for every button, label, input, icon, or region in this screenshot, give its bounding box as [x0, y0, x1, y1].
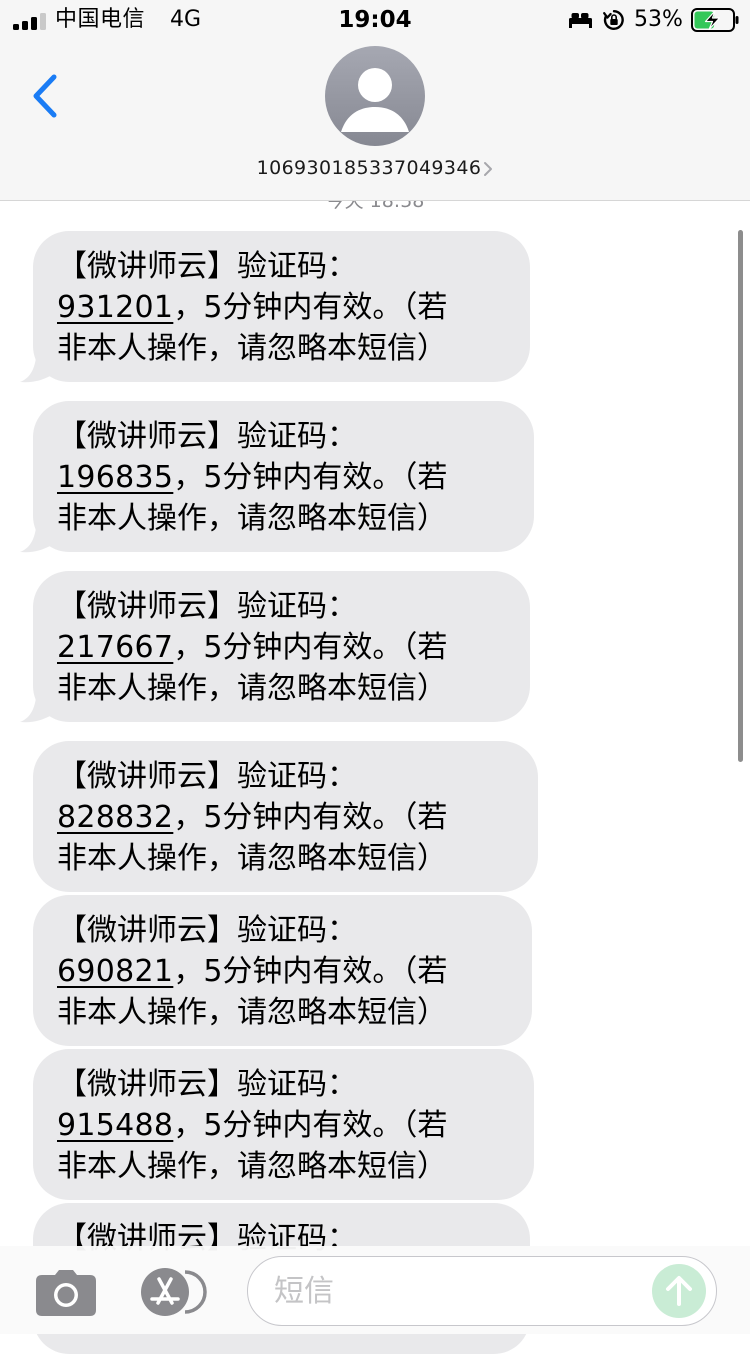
back-button[interactable]	[22, 70, 68, 122]
message-bubble[interactable]: 【微讲师云】验证码： 915488，5分钟内有效。（若 非本人操作，请忽略本短信…	[33, 1049, 534, 1200]
bed-icon	[569, 13, 592, 28]
message-bubble[interactable]: 【微讲师云】验证码： 196835，5分钟内有效。（若 非本人操作，请忽略本短信…	[33, 401, 534, 552]
contact-avatar[interactable]	[325, 46, 425, 146]
status-bar: 中国电信 4G 19:04 53%	[0, 0, 750, 40]
message-line-2: ，5分钟内有效。（若	[173, 630, 448, 665]
verification-code-link[interactable]: 196835	[57, 460, 173, 495]
message-line-1: 【微讲师云】验证码：	[57, 759, 357, 794]
message-line-2: ，5分钟内有效。（若	[173, 460, 448, 495]
message-line-3: 非本人操作，请忽略本短信）	[57, 501, 447, 536]
chevron-right-icon	[484, 161, 493, 176]
app-store-button[interactable]	[139, 1268, 213, 1316]
app-store-icon	[141, 1268, 207, 1316]
message-line-1: 【微讲师云】验证码：	[57, 589, 357, 624]
message-bubble[interactable]: 【微讲师云】验证码： 217667，5分钟内有效。（若 非本人操作，请忽略本短信…	[33, 571, 530, 722]
contact-info-button[interactable]: 106930185337049346	[0, 154, 750, 182]
verification-code-link[interactable]: 217667	[57, 630, 173, 665]
chevron-left-icon	[33, 74, 57, 118]
message-line-2: ，5分钟内有效。（若	[173, 290, 448, 325]
message-input[interactable]: 短信	[247, 1256, 717, 1326]
message-line-3: 非本人操作，请忽略本短信）	[57, 995, 447, 1030]
message-line-2: ，5分钟内有效。（若	[173, 1108, 448, 1143]
message-line-1: 【微讲师云】验证码：	[57, 419, 357, 454]
send-button[interactable]	[652, 1264, 706, 1318]
message-line-1: 【微讲师云】验证码：	[57, 249, 357, 284]
verification-code-link[interactable]: 931201	[57, 290, 173, 325]
conversation-header: 106930185337049346	[0, 40, 750, 201]
bubble-tail	[20, 528, 50, 553]
battery-charging-icon	[691, 8, 739, 32]
message-line-1: 【微讲师云】验证码：	[57, 913, 357, 948]
bubble-tail	[20, 358, 50, 383]
message-bubble[interactable]: 【微讲师云】验证码： 931201，5分钟内有效。（若 非本人操作，请忽略本短信…	[33, 231, 530, 382]
message-line-1: 【微讲师云】验证码：	[57, 1067, 357, 1102]
camera-button[interactable]	[35, 1270, 97, 1316]
message-input-bar: 短信	[0, 1246, 750, 1334]
message-line-2: ，5分钟内有效。（若	[173, 954, 448, 989]
message-line-3: 非本人操作，请忽略本短信）	[57, 331, 447, 366]
verification-code-link[interactable]: 828832	[57, 800, 173, 835]
battery-percentage: 53%	[634, 7, 683, 32]
orientation-lock-icon	[603, 10, 624, 30]
message-line-2: ，5分钟内有效。（若	[173, 800, 448, 835]
verification-code-link[interactable]: 915488	[57, 1108, 173, 1143]
verification-code-link[interactable]: 690821	[57, 954, 173, 989]
message-bubble[interactable]: 【微讲师云】验证码： 690821，5分钟内有效。（若 非本人操作，请忽略本短信…	[33, 895, 532, 1046]
scrollbar[interactable]	[738, 230, 743, 762]
message-line-3: 非本人操作，请忽略本短信）	[57, 1149, 447, 1184]
arrow-up-icon	[666, 1276, 692, 1306]
contact-number: 106930185337049346	[256, 157, 482, 179]
message-bubble[interactable]: 【微讲师云】验证码： 828832，5分钟内有效。（若 非本人操作，请忽略本短信…	[33, 741, 538, 892]
message-line-3: 非本人操作，请忽略本短信）	[57, 671, 447, 706]
person-icon	[341, 68, 409, 132]
message-input-placeholder: 短信	[274, 1274, 334, 1309]
bubble-tail	[20, 698, 50, 723]
message-line-3: 非本人操作，请忽略本短信）	[57, 841, 447, 876]
camera-icon	[36, 1270, 96, 1316]
